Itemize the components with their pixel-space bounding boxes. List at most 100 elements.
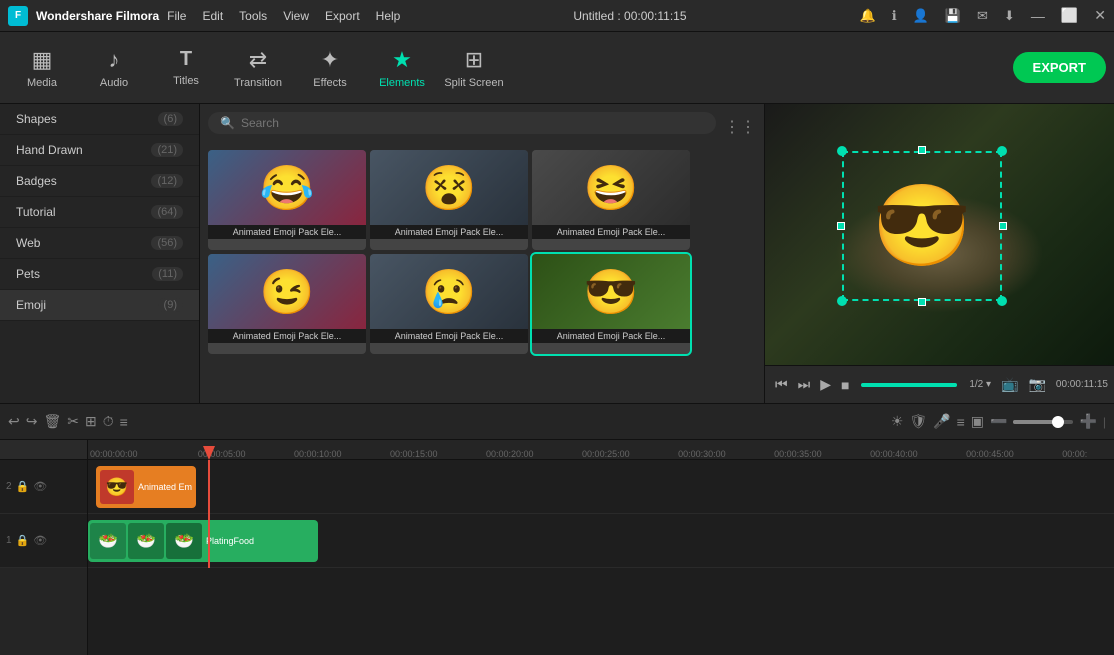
audio-icon: ♪ <box>109 47 120 73</box>
preview-snapshot[interactable]: 📷 <box>1024 374 1049 395</box>
track-2-num: 2 <box>6 481 12 492</box>
grid-view-toggle[interactable]: ⋮⋮ <box>724 117 756 137</box>
media-item-1[interactable]: 😂 Animated Emoji Pack Ele... <box>208 150 366 250</box>
zoom-slider-thumb[interactable] <box>1052 416 1064 428</box>
track-1: 🥗 🥗 🥗 PlatingFood <box>88 514 1114 568</box>
category-pets[interactable]: Pets (11) <box>0 259 199 290</box>
category-web[interactable]: Web (56) <box>0 228 199 259</box>
toolbar-media[interactable]: ▦ Media <box>8 38 76 98</box>
layers-button[interactable]: ≡ <box>957 414 965 430</box>
timeline: ↩ ↪ 🗑 ✂ ⊞ ⏱ ≡ ☀ 🛡 🎤 ≡ ▣ ➖ ➕ | 2 <box>0 403 1114 655</box>
media-item-3[interactable]: 😆 Animated Emoji Pack Ele... <box>532 150 690 250</box>
menu-bar: File Edit Tools View Export Help <box>167 9 400 23</box>
track-1-clip-thumb3: 🥗 <box>166 523 202 559</box>
preview-video: 😎 <box>765 104 1114 365</box>
user-icon[interactable]: 👤 <box>913 8 929 24</box>
preview-speed[interactable]: 1/2 ▾ <box>965 377 995 392</box>
effects-label: Effects <box>313 77 346 89</box>
download-icon[interactable]: ⬇ <box>1004 8 1015 24</box>
crop-button[interactable]: ⊞ <box>85 413 97 430</box>
speed-button[interactable]: ⏱ <box>103 413 114 430</box>
export-button[interactable]: EXPORT <box>1013 52 1106 83</box>
toolbar-audio[interactable]: ♪ Audio <box>80 38 148 98</box>
info-icon[interactable]: ℹ <box>892 8 897 24</box>
preview-frame-back[interactable]: ⏭ <box>794 374 815 395</box>
preview-fullscreen[interactable]: 📺 <box>997 374 1022 395</box>
search-input[interactable] <box>241 116 704 130</box>
ruler-mark-5: 00:00:25:00 <box>582 449 678 459</box>
category-badges[interactable]: Badges (12) <box>0 166 199 197</box>
cut-button[interactable]: ✂ <box>67 413 79 430</box>
category-tutorial[interactable]: Tutorial (64) <box>0 197 199 228</box>
category-emoji-count: (9) <box>158 298 183 312</box>
category-badges-count: (12) <box>151 174 183 188</box>
timeline-ruler: 00:00:00:00 00:00:05:00 00:00:10:00 00:0… <box>88 440 1114 460</box>
media-item-2[interactable]: 😵 Animated Emoji Pack Ele... <box>370 150 528 250</box>
redo-button[interactable]: ↪ <box>26 413 38 430</box>
shield-button[interactable]: 🛡 <box>909 413 927 430</box>
zoom-out-button[interactable]: ➖ <box>990 413 1007 430</box>
timeline-separator: | <box>1103 415 1106 429</box>
toolbar-splitscreen[interactable]: ⊞ Split Screen <box>440 38 508 98</box>
pip-button[interactable]: ▣ <box>971 413 984 430</box>
app-logo: F <box>8 6 28 26</box>
menu-file[interactable]: File <box>167 9 186 23</box>
menu-edit[interactable]: Edit <box>202 9 223 23</box>
menu-help[interactable]: Help <box>376 9 401 23</box>
track-1-clip[interactable]: 🥗 🥗 🥗 PlatingFood <box>88 520 318 562</box>
notification-icon[interactable]: 🔔 <box>860 8 876 24</box>
category-web-label: Web <box>16 236 40 250</box>
search-bar: 🔍 <box>208 112 716 134</box>
preview-emoji: 😎 <box>842 151 1002 301</box>
category-shapes[interactable]: Shapes (6) <box>0 104 199 135</box>
preview-progress-bar[interactable] <box>861 383 957 387</box>
toolbar-effects[interactable]: ✦ Effects <box>296 38 364 98</box>
category-tutorial-label: Tutorial <box>16 205 56 219</box>
track-1-clip-thumb2: 🥗 <box>128 523 164 559</box>
delete-button[interactable]: 🗑 <box>43 413 61 430</box>
category-handdrawn[interactable]: Hand Drawn (21) <box>0 135 199 166</box>
ruler-mark-3: 00:00:15:00 <box>390 449 486 459</box>
zoom-in-button[interactable]: ➕ <box>1079 413 1096 430</box>
zoom-slider-fill <box>1013 420 1055 424</box>
menu-export[interactable]: Export <box>325 9 360 23</box>
preview-stop[interactable]: ■ <box>837 375 853 395</box>
maximize-button[interactable]: ⬜ <box>1061 7 1078 24</box>
category-emoji[interactable]: Emoji (9) <box>0 290 199 321</box>
menu-tools[interactable]: Tools <box>239 9 267 23</box>
menu-view[interactable]: View <box>283 9 309 23</box>
category-tutorial-count: (64) <box>151 205 183 219</box>
media-grid: 🔍 ⋮⋮ 😂 Animated Emoji Pack Ele... 😵 Anim… <box>200 104 764 403</box>
track-2-clip[interactable]: 😎 Animated Emoji <box>96 466 196 508</box>
undo-button[interactable]: ↩ <box>8 413 20 430</box>
media-item-4[interactable]: 😉 Animated Emoji Pack Ele... <box>208 254 366 354</box>
close-button[interactable]: ✕ <box>1094 7 1106 24</box>
track-2-visible[interactable]: 👁 <box>33 480 47 493</box>
preview-element[interactable]: 😎 <box>842 151 1002 301</box>
media-item-6[interactable]: 😎 Animated Emoji Pack Ele... <box>532 254 690 354</box>
toolbar-elements[interactable]: ★ Elements <box>368 38 436 98</box>
minimize-button[interactable]: — <box>1031 8 1045 24</box>
preview-skip-back[interactable]: ⏮ <box>771 374 792 395</box>
audio-adjust-button[interactable]: ≡ <box>120 414 128 430</box>
mic-button[interactable]: 🎤 <box>933 413 950 430</box>
category-web-count: (56) <box>151 236 183 250</box>
save-icon[interactable]: 💾 <box>945 8 961 24</box>
media-label: Media <box>27 77 57 89</box>
category-pets-count: (11) <box>152 267 183 281</box>
ruler-mark-0: 00:00:00:00 <box>88 449 198 459</box>
track-2-lock[interactable]: 🔒 <box>16 480 30 493</box>
track-1-lock[interactable]: 🔒 <box>16 534 30 547</box>
zoom-slider-container[interactable] <box>1013 420 1073 424</box>
playhead <box>208 460 210 568</box>
snap-button[interactable]: ☀ <box>891 413 904 430</box>
toolbar-transition[interactable]: ⇄ Transition <box>224 38 292 98</box>
titlebar: F Wondershare Filmora File Edit Tools Vi… <box>0 0 1114 32</box>
toolbar-titles[interactable]: T Titles <box>152 38 220 98</box>
track-1-visible[interactable]: 👁 <box>33 534 47 547</box>
media-item-5[interactable]: 😢 Animated Emoji Pack Ele... <box>370 254 528 354</box>
app-name: Wondershare Filmora <box>36 9 159 23</box>
track-2-controls: 2 🔒 👁 <box>0 460 87 514</box>
mail-icon[interactable]: ✉ <box>977 8 988 24</box>
preview-play[interactable]: ▶ <box>816 374 835 395</box>
